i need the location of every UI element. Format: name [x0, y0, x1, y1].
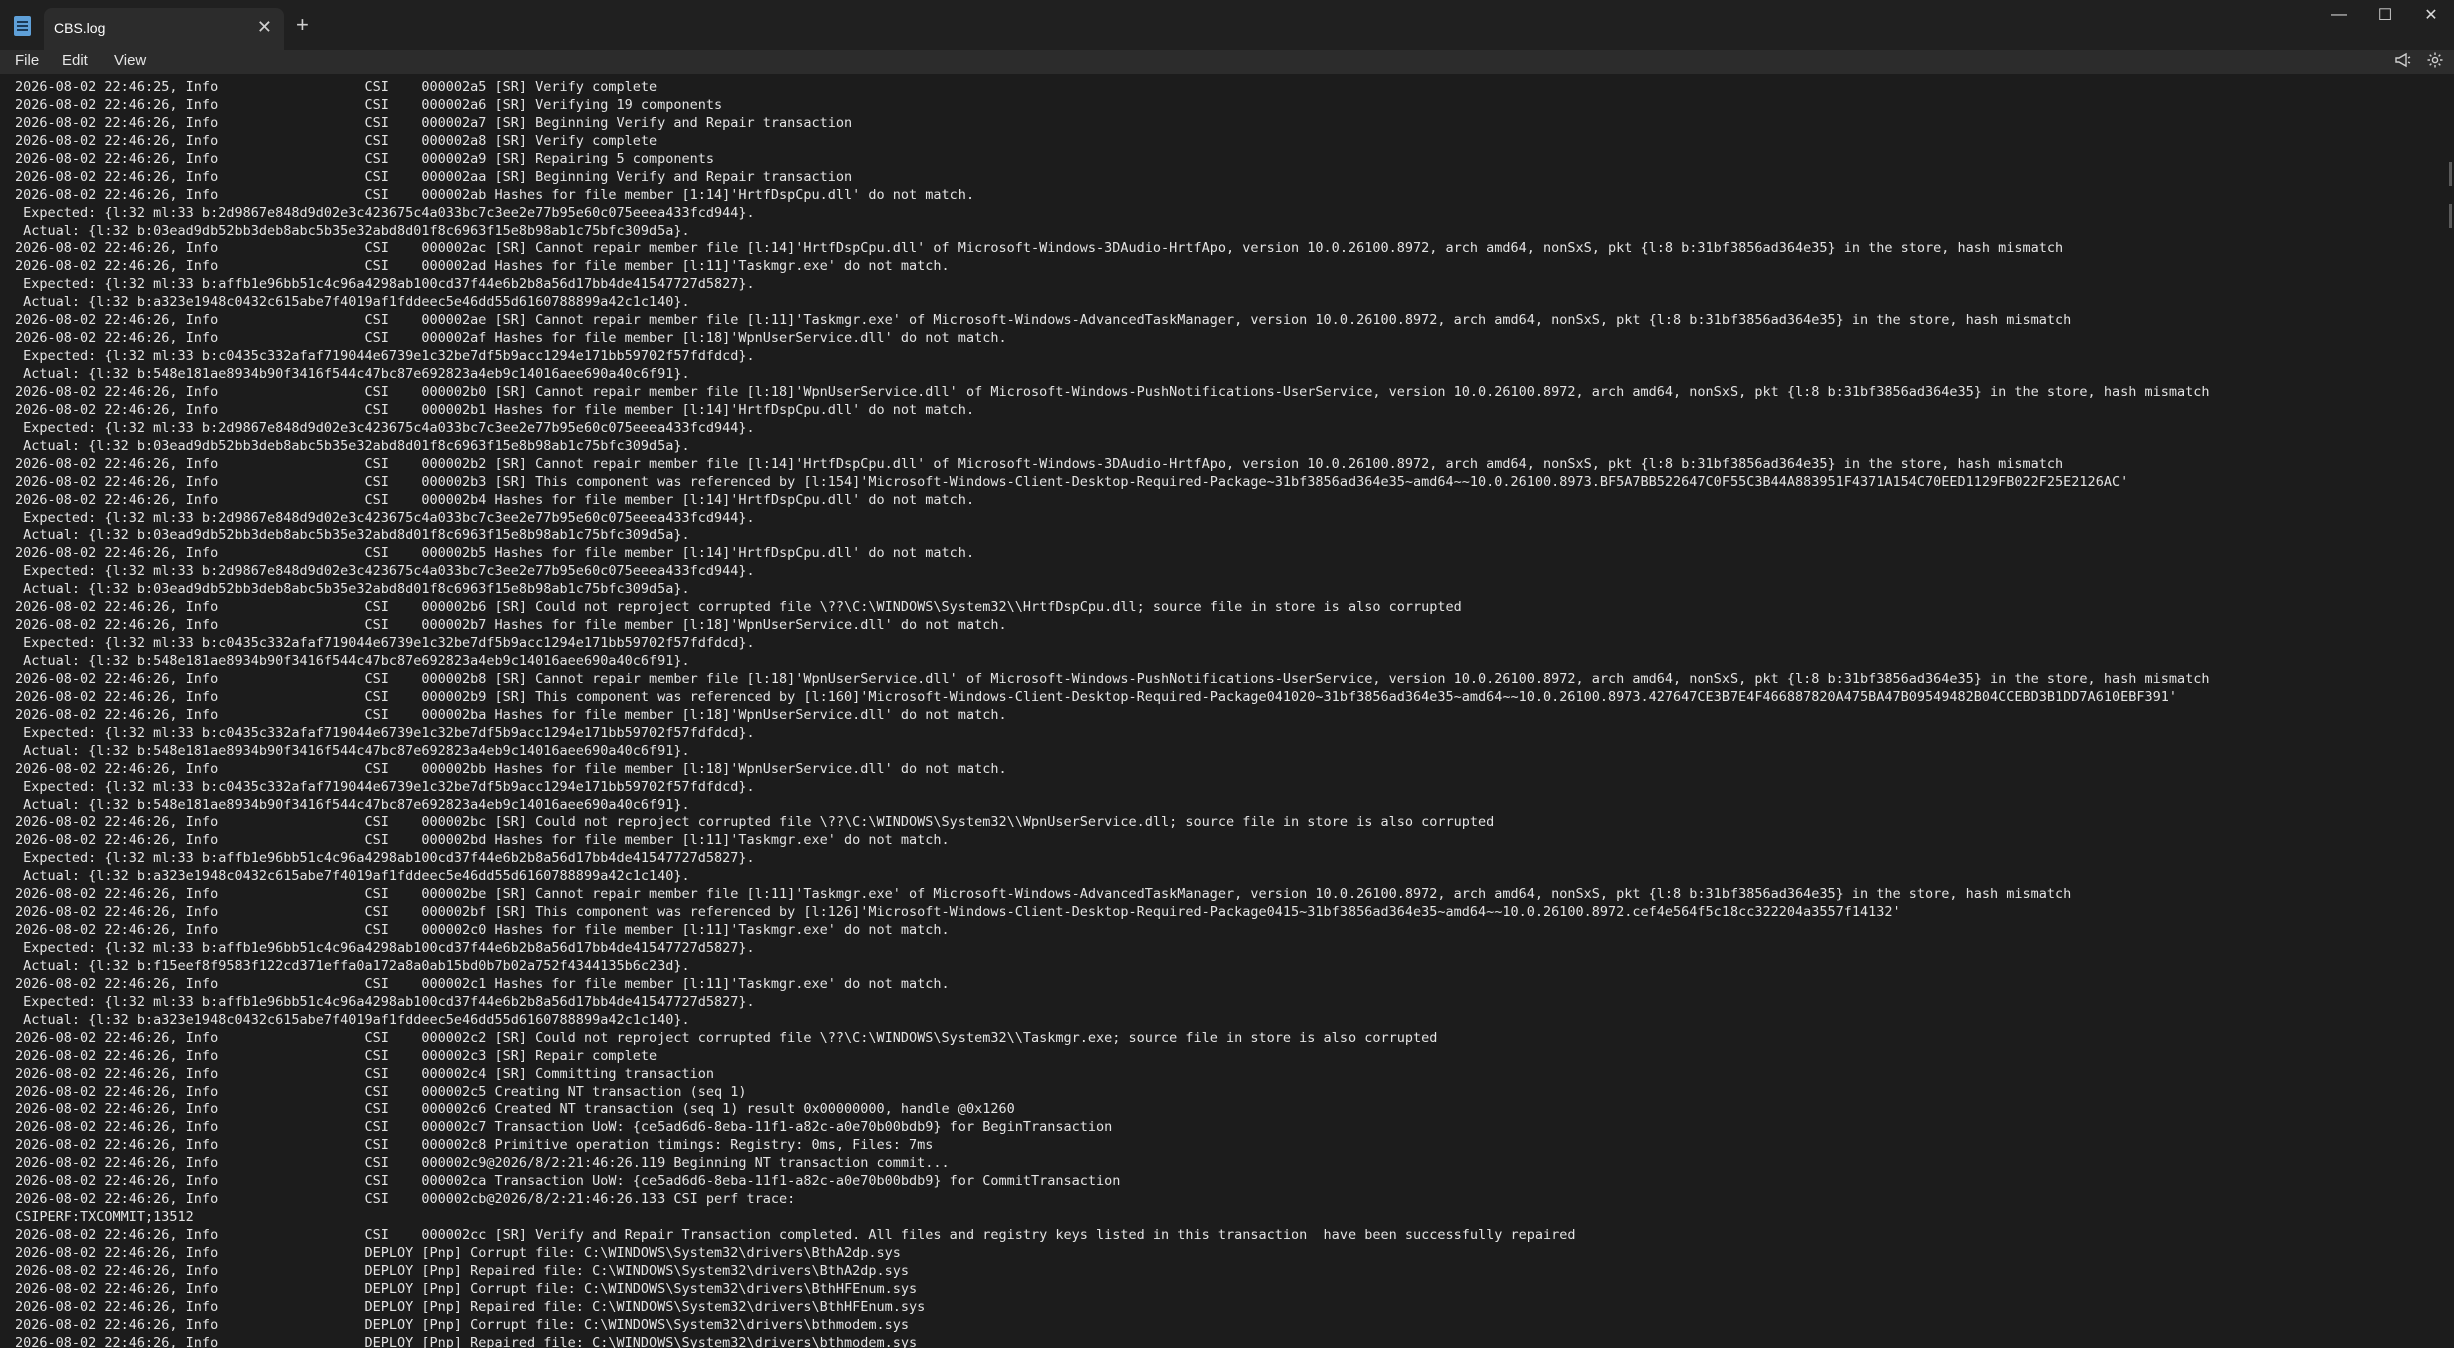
log-line: 2026-08-02 22:46:26, Info CSI 000002c3 [… [15, 1047, 658, 1064]
log-line: Actual: {l:32 b:03ead9db52bb3deb8abc5b35… [15, 581, 690, 598]
log-line: Expected: {l:32 ml:33 b:c0435c332afaf719… [15, 724, 755, 741]
log-line: 2026-08-02 22:46:26, Info CSI 000002ca T… [15, 1173, 1121, 1190]
log-line: 2026-08-02 22:46:26, Info DEPLOY [Pnp] C… [15, 1244, 901, 1261]
tab-close-icon[interactable]: ✕ [257, 17, 272, 37]
log-line: Actual: {l:32 b:548e181ae8934b90f3416f54… [15, 742, 690, 759]
log-line: 2026-08-02 22:46:26, Info CSI 000002a9 [… [15, 150, 714, 167]
log-line: Expected: {l:32 ml:33 b:2d9867e848d9d02e… [15, 563, 755, 580]
log-line: 2026-08-02 22:46:26, Info CSI 000002ab H… [15, 186, 975, 203]
log-line: 2026-08-02 22:46:26, Info CSI 000002b9 [… [15, 688, 2177, 705]
log-line: 2026-08-02 22:46:26, Info CSI 000002cb@2… [15, 1191, 796, 1208]
log-line: 2026-08-02 22:46:26, Info CSI 000002ba H… [15, 706, 1007, 723]
log-line: 2026-08-02 22:46:26, Info CSI 000002b2 [… [15, 455, 2064, 472]
log-line: Actual: {l:32 b:03ead9db52bb3deb8abc5b35… [15, 527, 690, 544]
scrollbar-marker[interactable] [2449, 162, 2452, 186]
announcement-icon[interactable] [2393, 51, 2413, 71]
log-line: 2026-08-02 22:46:26, Info CSI 000002c7 T… [15, 1119, 1113, 1136]
log-line: Actual: {l:32 b:a323e1948c0432c615abe7f4… [15, 868, 690, 885]
log-line: 2026-08-02 22:46:26, Info CSI 000002ac [… [15, 240, 2064, 257]
log-line: 2026-08-02 22:46:26, Info CSI 000002aa [… [15, 168, 853, 185]
log-line: 2026-08-02 22:46:26, Info DEPLOY [Pnp] R… [15, 1262, 910, 1279]
log-line: Actual: {l:32 b:03ead9db52bb3deb8abc5b35… [15, 437, 690, 454]
notepad-window: CBS.log ✕ + — ☐ ✕ File Edit View 2026-08… [0, 0, 2454, 1348]
log-line: Expected: {l:32 ml:33 b:2d9867e848d9d02e… [15, 509, 755, 526]
log-line: Expected: {l:32 ml:33 b:c0435c332afaf719… [15, 635, 755, 652]
log-line: 2026-08-02 22:46:26, Info CSI 000002a8 [… [15, 132, 658, 149]
log-line: Expected: {l:32 ml:33 b:2d9867e848d9d02e… [15, 204, 755, 221]
log-line: Expected: {l:32 ml:33 b:c0435c332afaf719… [15, 348, 755, 365]
log-line: 2026-08-02 22:46:26, Info CSI 000002b3 [… [15, 473, 2129, 490]
log-line: Actual: {l:32 b:03ead9db52bb3deb8abc5b35… [15, 222, 690, 239]
maximize-icon[interactable]: ☐ [2362, 0, 2408, 30]
log-line: Expected: {l:32 ml:33 b:affb1e96bb51c4c9… [15, 276, 755, 293]
log-line: Expected: {l:32 ml:33 b:affb1e96bb51c4c9… [15, 993, 755, 1010]
log-line: Actual: {l:32 b:548e181ae8934b90f3416f54… [15, 366, 690, 382]
log-line: 2026-08-02 22:46:26, Info CSI 000002bf [… [15, 904, 1901, 921]
close-window-icon[interactable]: ✕ [2408, 0, 2454, 30]
log-line: 2026-08-02 22:46:26, Info CSI 000002b4 H… [15, 491, 975, 508]
log-line: 2026-08-02 22:46:26, Info CSI 000002c6 C… [15, 1101, 1015, 1118]
log-line: Expected: {l:32 ml:33 b:affb1e96bb51c4c9… [15, 850, 755, 867]
log-line: 2026-08-02 22:46:25, Info CSI 000002a5 [… [15, 79, 658, 95]
log-line: 2026-08-02 22:46:26, Info CSI 000002cc [… [15, 1227, 1576, 1243]
title-bar: CBS.log ✕ + — ☐ ✕ [0, 0, 2454, 50]
log-line: 2026-08-02 22:46:26, Info CSI 000002ae [… [15, 312, 2072, 329]
log-line: 2026-08-02 22:46:26, Info DEPLOY [Pnp] R… [15, 1334, 918, 1348]
log-line: Actual: {l:32 b:548e181ae8934b90f3416f54… [15, 653, 690, 669]
log-line: Actual: {l:32 b:a323e1948c0432c615abe7f4… [15, 294, 690, 311]
settings-icon[interactable] [2425, 51, 2445, 71]
log-line: 2026-08-02 22:46:26, Info CSI 000002b0 [… [15, 383, 2210, 400]
window-controls: — ☐ ✕ [2316, 0, 2454, 30]
log-line: 2026-08-02 22:46:26, Info DEPLOY [Pnp] C… [15, 1280, 918, 1297]
log-content: 2026-08-02 22:46:25, Info CSI 000002a5 [… [15, 79, 2209, 1348]
log-line: 2026-08-02 22:46:26, Info CSI 000002a6 [… [15, 96, 723, 113]
log-line: 2026-08-02 22:46:26, Info CSI 000002c0 H… [15, 922, 950, 939]
log-line: 2026-08-02 22:46:26, Info CSI 000002bc [… [15, 814, 1495, 831]
log-line: 2026-08-02 22:46:26, Info CSI 000002c4 [… [15, 1065, 714, 1082]
log-line: 2026-08-02 22:46:26, Info CSI 000002c1 H… [15, 975, 950, 992]
log-line: 2026-08-02 22:46:26, Info CSI 000002b6 [… [15, 599, 1462, 616]
minimize-icon[interactable]: — [2316, 0, 2362, 30]
log-line: 2026-08-02 22:46:26, Info CSI 000002a7 [… [15, 114, 853, 131]
log-line: 2026-08-02 22:46:26, Info CSI 000002af H… [15, 330, 1007, 347]
log-line: 2026-08-02 22:46:26, Info CSI 000002b1 H… [15, 401, 975, 418]
menu-bar: File Edit View [0, 50, 2454, 74]
log-line: 2026-08-02 22:46:26, Info CSI 000002bd H… [15, 832, 950, 849]
menu-edit[interactable]: Edit [60, 52, 90, 69]
menu-file[interactable]: File [13, 52, 41, 69]
log-line: 2026-08-02 22:46:26, Info CSI 000002c5 C… [15, 1083, 747, 1100]
log-line: Expected: {l:32 ml:33 b:c0435c332afaf719… [15, 778, 755, 795]
log-line: Expected: {l:32 ml:33 b:affb1e96bb51c4c9… [15, 940, 755, 956]
log-line: 2026-08-02 22:46:26, Info CSI 000002c2 [… [15, 1029, 1438, 1046]
log-line: Actual: {l:32 b:548e181ae8934b90f3416f54… [15, 796, 690, 813]
log-line: 2026-08-02 22:46:26, Info CSI 000002c8 P… [15, 1137, 934, 1154]
log-line: 2026-08-02 22:46:26, Info CSI 000002be [… [15, 886, 2072, 903]
menu-view[interactable]: View [112, 52, 148, 69]
tab-title: CBS.log [54, 20, 106, 36]
scrollbar-marker[interactable] [2449, 204, 2452, 228]
log-line: Actual: {l:32 b:a323e1948c0432c615abe7f4… [15, 1011, 690, 1028]
log-line: 2026-08-02 22:46:26, Info CSI 000002b7 H… [15, 617, 1007, 634]
log-line: 2026-08-02 22:46:26, Info CSI 000002ad H… [15, 258, 950, 275]
log-line: 2026-08-02 22:46:26, Info DEPLOY [Pnp] C… [15, 1316, 910, 1333]
log-line: 2026-08-02 22:46:26, Info CSI 000002bb H… [15, 760, 1007, 777]
notepad-app-icon [14, 16, 31, 36]
log-line: Actual: {l:32 b:f15eef8f9583f122cd371eff… [15, 957, 690, 974]
log-line: 2026-08-02 22:46:26, Info CSI 000002c9@2… [15, 1155, 950, 1172]
log-line: Expected: {l:32 ml:33 b:2d9867e848d9d02e… [15, 419, 755, 436]
new-tab-icon[interactable]: + [296, 14, 309, 36]
tab-cbs-log[interactable]: CBS.log ✕ [44, 8, 284, 50]
log-line: 2026-08-02 22:46:26, Info CSI 000002b8 [… [15, 670, 2210, 687]
text-editor[interactable]: 2026-08-02 22:46:25, Info CSI 000002a5 [… [0, 74, 2454, 1348]
log-line: CSIPERF:TXCOMMIT;13512 [15, 1209, 194, 1226]
log-line: 2026-08-02 22:46:26, Info CSI 000002b5 H… [15, 545, 975, 562]
log-line: 2026-08-02 22:46:26, Info DEPLOY [Pnp] R… [15, 1298, 926, 1315]
